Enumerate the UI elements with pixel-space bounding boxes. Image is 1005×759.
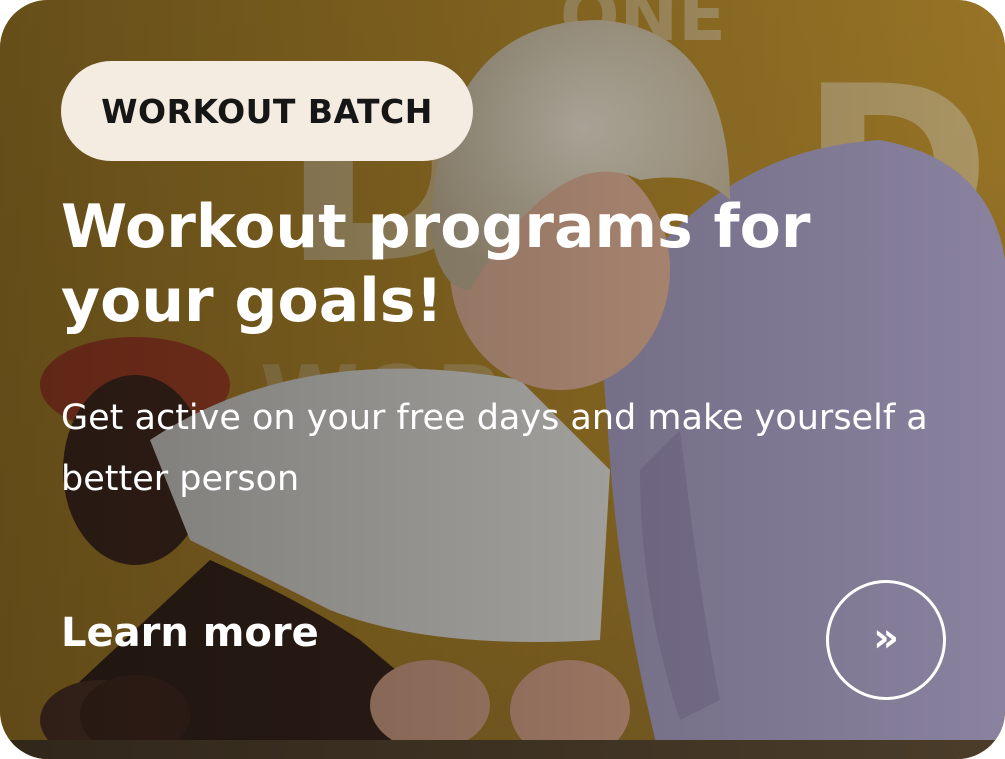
category-badge: WORKOUT BATCH (61, 61, 473, 161)
card-title: Workout programs for your goals! (61, 192, 811, 336)
double-chevron-right-icon: » (873, 615, 899, 661)
card-subtitle: Get active on your free days and make yo… (61, 398, 928, 499)
badge-label: WORKOUT BATCH (101, 91, 433, 131)
next-arrow-button[interactable]: » (826, 580, 946, 700)
learn-more-link[interactable]: Learn more (61, 610, 319, 656)
workout-promo-card: D D ONE WOR WORKOUT BATCH W (0, 0, 1005, 759)
